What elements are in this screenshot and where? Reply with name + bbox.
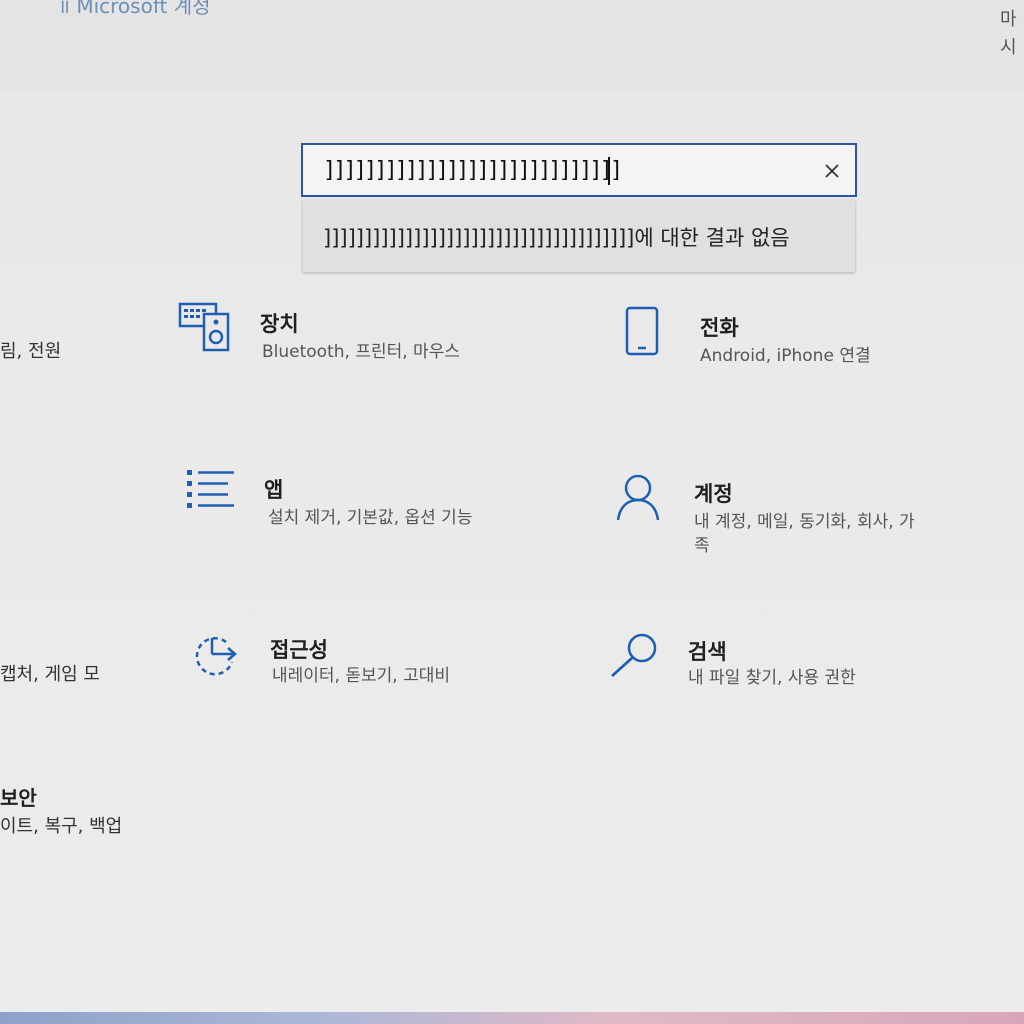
tile-apps-title: 앱: [264, 478, 284, 502]
right-edge-char-2: 시: [1000, 37, 1017, 58]
tile-accessibility-desc: 내레이터, 돋보기, 고대비: [272, 666, 451, 686]
left-tile-title-3[interactable]: 보안: [0, 782, 37, 811]
left-tile-desc-1: 림, 전원: [0, 341, 62, 362]
left-tile-desc-3: 이트, 복구, 백업: [0, 816, 123, 837]
tile-accounts-desc: 내 계정, 메일, 동기화, 회사, 가 족: [694, 510, 915, 558]
window-title-fragment: ॥ Microsoft 계정: [58, 0, 211, 18]
left-tile-desc-2: 캡처, 게임 모: [0, 664, 100, 685]
right-edge-char-1: 마: [1000, 9, 1017, 30]
tile-search-title: 검색: [688, 640, 727, 664]
right-edge-text: 마 시: [1000, 6, 1024, 62]
title-bar: ॥ Microsoft 계정 마 시: [0, 0, 1024, 90]
tile-devices[interactable]: 장치 Bluetooth, 프린터, 마우스: [178, 300, 518, 370]
settings-search-box[interactable]: ]]]]]]]]]]]]]]]]]]]]]]]]]]]]]]]]]]]]: [301, 143, 857, 197]
tile-accessibility-title: 접근성: [270, 638, 328, 662]
apps-list-icon: [187, 470, 234, 508]
phone-icon: [625, 306, 659, 356]
tile-search[interactable]: 검색 내 파일 찾기, 사용 권한: [610, 632, 950, 702]
close-icon[interactable]: [821, 160, 843, 182]
tile-phone-desc: Android, iPhone 연결: [700, 346, 871, 366]
taskbar-edge: [0, 1012, 1024, 1024]
tile-devices-desc: Bluetooth, 프린터, 마우스: [262, 342, 460, 362]
tile-accounts-title: 계정: [694, 482, 733, 506]
tile-apps[interactable]: 앱 설치 제거, 기본값, 옵션 기능: [186, 468, 526, 538]
accessibility-timer-icon: [195, 637, 237, 676]
tile-phone[interactable]: 전화 Android, iPhone 연결: [624, 306, 964, 376]
search-icon: [611, 633, 657, 678]
text-caret: [608, 157, 610, 185]
tile-accounts-desc-line-2: 족: [694, 536, 710, 556]
search-suggestion-dropdown: ]]]]]]]]]]]]]]]]]]]]]]]]]]]]]]]]]]]]]]에 …: [303, 200, 855, 272]
tile-accessibility[interactable]: 접근성 내레이터, 돋보기, 고대비: [192, 632, 532, 702]
tile-accounts[interactable]: 계정 내 계정, 메일, 동기화, 회사, 가 족: [616, 472, 976, 562]
search-input[interactable]: ]]]]]]]]]]]]]]]]]]]]]]]]]]]]]]]]]]]]: [323, 158, 623, 183]
settings-window: ॥ Microsoft 계정 마 시 ]]]]]]]]]]]]]]]]]]]]]…: [0, 0, 1024, 1024]
tile-search-desc: 내 파일 찾기, 사용 권한: [688, 668, 856, 688]
no-results-message: ]]]]]]]]]]]]]]]]]]]]]]]]]]]]]]]]]]]]]]에 …: [323, 226, 790, 250]
tile-phone-title: 전화: [700, 316, 739, 340]
tile-apps-desc: 설치 제거, 기본값, 옵션 기능: [268, 508, 473, 528]
person-icon: [616, 474, 660, 521]
keyboard-speaker-icon: [178, 302, 230, 352]
tile-devices-title: 장치: [260, 312, 299, 336]
tile-accounts-desc-line-1: 내 계정, 메일, 동기화, 회사, 가: [694, 512, 915, 532]
